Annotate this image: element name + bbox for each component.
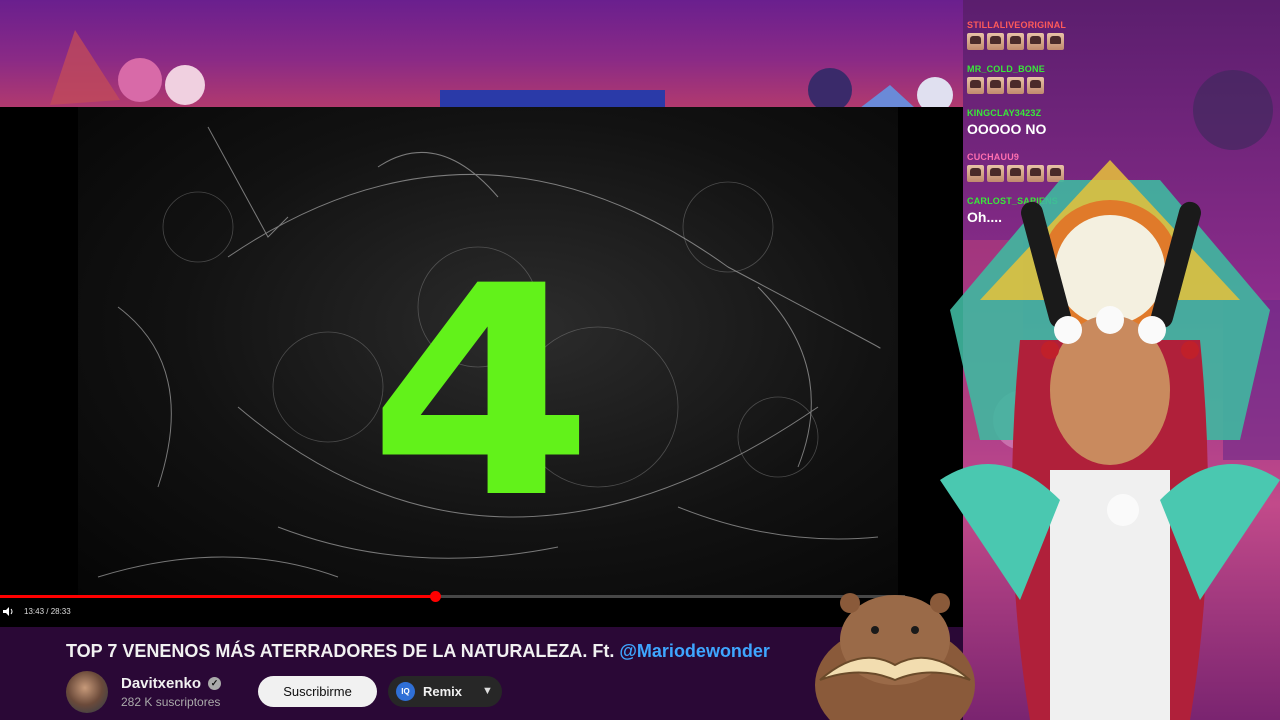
- emote-icon: [1007, 77, 1024, 94]
- volume-icon[interactable]: [2, 606, 14, 617]
- video-title: TOP 7 VENENOS MÁS ATERRADORES DE LA NATU…: [66, 641, 770, 662]
- scene-decoration: [50, 30, 953, 108]
- mascot-character: [815, 593, 975, 720]
- emote-icon: [1047, 33, 1064, 50]
- chat-message: MR_COLD_BONE: [967, 64, 1045, 94]
- subscribe-button[interactable]: Suscribirme: [258, 676, 377, 707]
- emote-row: [967, 77, 1045, 94]
- stream-background-scene: [0, 0, 963, 108]
- chevron-down-icon[interactable]: ▼: [482, 676, 493, 707]
- channel-avatar[interactable]: [66, 671, 108, 713]
- video-player[interactable]: 4: [0, 107, 963, 627]
- countdown-number: 4: [368, 225, 595, 562]
- remix-icon: IQ: [396, 682, 415, 701]
- chat-username[interactable]: KINGCLAY3423Z: [967, 108, 1046, 118]
- chat-username[interactable]: MR_COLD_BONE: [967, 64, 1045, 74]
- subscriber-count: 282 K suscriptores: [121, 695, 221, 709]
- emote-icon: [1007, 33, 1024, 50]
- remix-label: Remix: [423, 684, 463, 699]
- video-frame: 4: [78, 107, 898, 595]
- vtuber-avatar: [940, 160, 1280, 720]
- chat-message: KINGCLAY3423Z OOOOO NO: [967, 108, 1046, 137]
- chat-message-text: OOOOO NO: [967, 121, 1047, 137]
- emote-icon: [987, 77, 1004, 94]
- chat-username[interactable]: STILLALIVEORIGINAL: [967, 20, 1066, 30]
- emote-icon: [1027, 33, 1044, 50]
- progress-played: [0, 595, 435, 598]
- emote-icon: [967, 77, 984, 94]
- emote-icon: [987, 33, 1004, 50]
- emote-row: [967, 33, 1066, 50]
- emote-icon: [967, 33, 984, 50]
- remix-button[interactable]: IQ Remix ▼: [388, 676, 502, 707]
- progress-scrubber[interactable]: [429, 591, 441, 602]
- verified-check-icon: ✓: [208, 677, 221, 690]
- progress-bar[interactable]: [0, 591, 905, 602]
- video-title-text: TOP 7 VENENOS MÁS ATERRADORES DE LA NATU…: [66, 641, 620, 661]
- title-mention-link[interactable]: @Mariodewonder: [619, 641, 770, 661]
- chat-message: STILLALIVEORIGINAL: [967, 20, 1066, 50]
- channel-name[interactable]: Davitxenko: [121, 675, 201, 692]
- player-controls: 13:43 / 28:33: [0, 604, 905, 620]
- emote-icon: [1027, 77, 1044, 94]
- time-display: 13:43 / 28:33: [24, 607, 71, 616]
